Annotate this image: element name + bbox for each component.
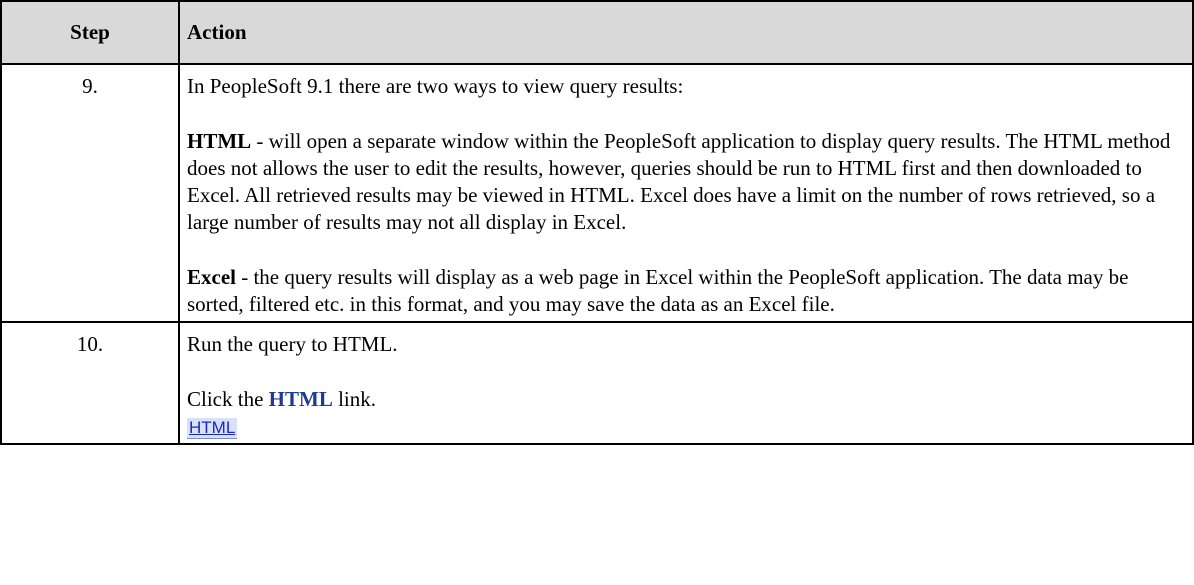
table-row: 10. Run the query to HTML. Click the HTM… — [0, 321, 1194, 445]
excel-description-text: - the query results will display as a we… — [187, 265, 1129, 316]
intro-text: Run the query to HTML. — [187, 332, 398, 356]
html-description-text: - will open a separate window within the… — [187, 129, 1171, 234]
step-column-header: Step — [0, 0, 180, 65]
action-cell: In PeopleSoft 9.1 there are two ways to … — [178, 63, 1194, 323]
table-row: 9. In PeopleSoft 9.1 there are two ways … — [0, 63, 1194, 323]
intro-text: In PeopleSoft 9.1 there are two ways to … — [187, 74, 684, 98]
excel-option-description: Excel - the query results will display a… — [187, 264, 1185, 318]
procedure-table: Step Action 9. In PeopleSoft 9.1 there a… — [0, 0, 1194, 445]
html-term: HTML — [187, 129, 252, 153]
action-column-header: Action — [178, 0, 1194, 65]
click-instruction: Click the HTML link. — [187, 386, 1185, 413]
html-link-name: HTML — [268, 387, 333, 411]
click-suffix: link. — [332, 387, 376, 411]
click-prefix: Click the — [187, 387, 269, 411]
excel-term: Excel — [187, 265, 236, 289]
html-option-description: HTML - will open a separate window withi… — [187, 128, 1185, 236]
step-number: 10. — [0, 321, 180, 445]
header-row: Step Action — [0, 0, 1194, 65]
html-link[interactable]: HTML — [187, 418, 238, 439]
step-number: 9. — [0, 63, 180, 323]
action-cell: Run the query to HTML. Click the HTML li… — [178, 321, 1194, 445]
